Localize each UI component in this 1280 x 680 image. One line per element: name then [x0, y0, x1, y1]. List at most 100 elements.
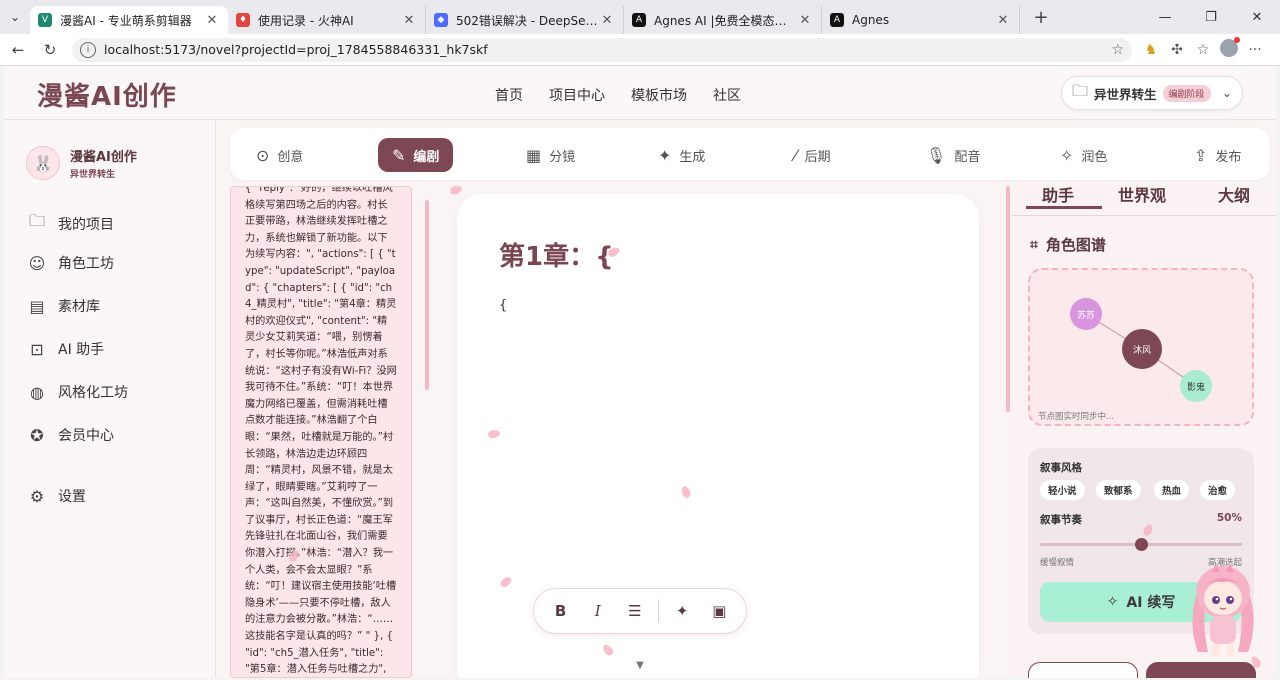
tab-worldview[interactable]: 世界观: [1118, 182, 1166, 206]
scrollbar[interactable]: [1006, 186, 1010, 412]
site-info-icon[interactable]: i: [80, 41, 96, 58]
project-selector[interactable]: 🗀 异世界转生 编剧阶段 ⌄: [1061, 76, 1243, 110]
bookmark-star-icon[interactable]: ☆: [1111, 42, 1124, 58]
style-label: 叙事风格: [1040, 462, 1082, 474]
italic-icon[interactable]: I: [584, 602, 612, 620]
folder-icon: 🗀: [28, 211, 45, 230]
tab-outline[interactable]: 大纲: [1218, 182, 1250, 206]
tab-title: 漫酱AI - 专业萌系剪辑器: [60, 13, 192, 28]
graph-node[interactable]: 苏苏: [1070, 298, 1102, 330]
archive-icon: ▤: [29, 296, 45, 316]
slider-handle[interactable]: [1134, 538, 1148, 551]
sidebar-item-settings[interactable]: ⚙ 设置: [26, 486, 86, 506]
sidebar-item-label: 设置: [58, 489, 86, 505]
stage-tab-publish[interactable]: ⇪ 发布: [1180, 138, 1255, 172]
close-tab-icon[interactable]: ✕: [797, 13, 813, 28]
stage-tab-idea[interactable]: ⊙ 创意: [242, 138, 317, 172]
app-logo[interactable]: 漫酱AI创作: [37, 76, 177, 113]
favicon-icon: V: [38, 13, 52, 27]
browser-tab[interactable]: V 漫酱AI - 专业萌系剪辑器 ✕: [30, 6, 228, 34]
script-output-panel[interactable]: { "reply": "好的，继续以吐槽风格续写第四场之后的内容。村长正要带路，…: [230, 186, 412, 678]
sidebar-item-membership[interactable]: ✪ 会员中心: [26, 425, 114, 445]
list-icon[interactable]: ☰: [621, 602, 649, 620]
nav-community[interactable]: 社区: [713, 85, 741, 105]
tab-list-icon[interactable]: ⌄: [0, 0, 30, 34]
minimize-icon[interactable]: —: [1142, 0, 1188, 34]
favicon-icon: ♦: [236, 13, 250, 27]
mascot-character[interactable]: [1182, 556, 1264, 660]
bold-icon[interactable]: B: [547, 602, 575, 620]
browser-tab[interactable]: ◆ 502错误解决 - DeepSeek ✕: [426, 6, 624, 34]
nav-projects[interactable]: 项目中心: [549, 85, 605, 105]
close-tab-icon[interactable]: ✕: [599, 13, 615, 28]
chapter-body[interactable]: {: [499, 298, 507, 313]
check-circle-icon: ⊙: [256, 145, 270, 165]
secondary-action-button[interactable]: [1028, 662, 1138, 678]
pace-label: 叙事节奏: [1040, 514, 1082, 526]
tab-assistant[interactable]: 助手: [1026, 182, 1102, 209]
primary-action-button[interactable]: [1146, 662, 1256, 678]
style-chip[interactable]: 轻小说: [1040, 480, 1085, 500]
brush-icon: ⁄: [794, 145, 797, 165]
browser-tab[interactable]: A Agnes AI |免费全模态人工智能API✕: [624, 6, 822, 34]
favorites-icon[interactable]: ☆: [1190, 42, 1216, 58]
script-json-text: { "reply": "好的，继续以吐槽风格续写第四场之后的内容。村长正要带路，…: [245, 186, 397, 676]
stage-tab-polish[interactable]: ✧ 润色: [1046, 138, 1121, 172]
sidebar-item-assets[interactable]: ▤ 素材库: [26, 296, 100, 316]
extension-icon[interactable]: ♞: [1138, 42, 1164, 58]
stage-label: 发布: [1215, 149, 1242, 165]
more-icon[interactable]: ···: [1242, 42, 1268, 58]
puzzle-icon[interactable]: ✣: [1164, 42, 1190, 58]
image-icon[interactable]: ▣: [705, 602, 733, 620]
nav-templates[interactable]: 模板市场: [631, 85, 687, 105]
close-tab-icon[interactable]: ✕: [401, 13, 417, 28]
right-tabs: 助手 世界观 大纲: [1012, 186, 1276, 216]
tab-title: 使用记录 - 火神AI: [258, 13, 354, 28]
stage-tab-generate[interactable]: ✦ 生成: [644, 138, 719, 172]
stage-tab-post[interactable]: ⁄ 后期: [780, 138, 845, 172]
palette-icon: ◍: [30, 382, 44, 402]
sidebar-item-characters[interactable]: ☺ 角色工坊: [26, 253, 114, 273]
stage-tab-script[interactable]: ✎ 编剧: [378, 138, 454, 172]
stage-toolbar: ⊙ 创意 ✎ 编剧 ▦ 分镜 ✦ 生成 ⁄ 后期 🎙 配音 ✧ 润色 ⇪ 发布: [230, 128, 1270, 180]
favicon-icon: A: [632, 13, 646, 27]
sidebar-item-label: 风格化工坊: [58, 385, 128, 401]
stage-tab-storyboard[interactable]: ▦ 分镜: [512, 138, 589, 172]
browser-tab[interactable]: A Agnes ✕: [822, 6, 1020, 34]
stage-badge: 编剧阶段: [1162, 84, 1211, 102]
profile-avatar[interactable]: [1216, 36, 1242, 61]
ai-sparkle-icon[interactable]: ✦: [668, 602, 696, 620]
tab-title: 502错误解决 - DeepSeek: [456, 13, 599, 28]
sidebar-item-style-workshop[interactable]: ◍ 风格化工坊: [26, 382, 128, 402]
close-tab-icon[interactable]: ✕: [995, 13, 1011, 28]
back-icon[interactable]: ←: [4, 36, 32, 64]
style-chip[interactable]: 热血: [1154, 480, 1190, 500]
nav-home[interactable]: 首页: [495, 85, 523, 105]
graph-node[interactable]: 影鬼: [1180, 370, 1212, 402]
pace-slider[interactable]: [1040, 538, 1242, 551]
scrollbar[interactable]: [425, 200, 429, 390]
chapter-title[interactable]: 第1章：{: [499, 236, 614, 273]
sidebar-item-ai-assistant[interactable]: ⊡ AI 助手: [26, 339, 104, 359]
url-input[interactable]: i localhost:5173/novel?projectId=proj_17…: [72, 37, 1132, 62]
new-tab-button[interactable]: +: [1026, 7, 1056, 28]
close-window-icon[interactable]: ✕: [1234, 0, 1280, 34]
style-chip[interactable]: 治愈: [1200, 480, 1236, 500]
browser-tab[interactable]: ♦ 使用记录 - 火神AI ✕: [228, 6, 426, 34]
collapse-chevron-icon[interactable]: ▼: [629, 660, 651, 674]
stage-tab-voice[interactable]: 🎙 配音: [912, 138, 994, 172]
sidebar-item-projects[interactable]: 🗀 我的项目: [26, 210, 114, 237]
character-graph[interactable]: 苏苏 沐风 影鬼 节点图实时同步中...: [1028, 268, 1254, 426]
upload-icon: ⇪: [1194, 145, 1208, 165]
address-bar: ← ↻ i localhost:5173/novel?projectId=pro…: [0, 34, 1280, 66]
reload-icon[interactable]: ↻: [36, 36, 64, 64]
close-tab-icon[interactable]: ✕: [204, 13, 220, 28]
edit-lines-icon: ✎: [392, 145, 406, 165]
graph-node[interactable]: 沐风: [1122, 329, 1162, 369]
maximize-icon[interactable]: ❐: [1188, 0, 1234, 34]
stage-label: 编剧: [413, 149, 440, 165]
stage-label: 后期: [804, 149, 831, 165]
sidebar-item-label: 素材库: [58, 299, 100, 315]
url-text: localhost:5173/novel?projectId=proj_1784…: [104, 42, 488, 57]
style-chip[interactable]: 致郁系: [1096, 480, 1141, 500]
